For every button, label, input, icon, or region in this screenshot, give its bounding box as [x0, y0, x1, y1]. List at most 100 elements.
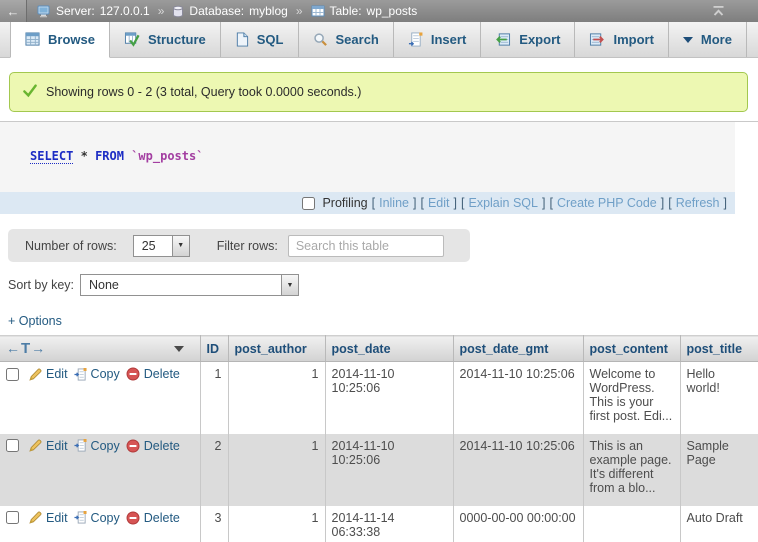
query-actions-bar: Profiling [ Inline ] [ Edit ] [ Explain …	[0, 192, 735, 214]
column-header-post-date-gmt[interactable]: post_date_gmt	[453, 336, 583, 362]
copy-icon	[74, 439, 87, 452]
nav-t-icon[interactable]: T	[21, 340, 31, 357]
copy-label: Copy	[91, 511, 120, 525]
sql-table-identifier: `wp_posts`	[131, 149, 203, 163]
rows-per-page-select[interactable]: 25 ▼	[133, 235, 190, 257]
sql-keyword-select[interactable]: SELECT	[30, 149, 73, 164]
copy-row-link[interactable]: Copy	[74, 511, 120, 525]
breadcrumb-database[interactable]: Database: myblog	[172, 4, 287, 18]
sort-descending-icon[interactable]	[174, 346, 184, 352]
cell-post-author: 1	[228, 506, 325, 542]
results-table: ←T→ ID post_author post_date post_date_g…	[0, 335, 758, 542]
cell-post-content: This is an example page. It's different …	[583, 434, 680, 506]
bracket: [	[461, 196, 464, 210]
sql-keyword-from: FROM	[95, 149, 124, 163]
column-header-post-title[interactable]: post_title	[680, 336, 758, 362]
copy-icon	[74, 368, 87, 381]
copy-row-link[interactable]: Copy	[74, 367, 120, 381]
tab-export[interactable]: Export	[481, 22, 575, 57]
delete-label: Delete	[144, 511, 180, 525]
bracket: ]	[661, 196, 664, 210]
breadcrumb: Server: 127.0.0.1 » Database: myblog » T…	[37, 4, 417, 18]
import-icon	[589, 32, 605, 47]
tab-import[interactable]: Import	[575, 22, 668, 57]
dropdown-arrow-icon: ▼	[172, 236, 189, 256]
row-select-checkbox[interactable]	[6, 368, 19, 381]
edit-row-link[interactable]: Edit	[29, 439, 68, 453]
cell-id: 2	[200, 434, 228, 506]
breadcrumb-table[interactable]: Table: wp_posts	[311, 4, 418, 18]
edit-row-link[interactable]: Edit	[29, 367, 68, 381]
tab-label: Structure	[148, 32, 206, 47]
tab-sql[interactable]: SQL	[221, 22, 299, 57]
delete-icon	[126, 439, 140, 453]
breadcrumb-separator: »	[158, 4, 165, 18]
bracket: [	[372, 196, 375, 210]
cell-post-date-gmt: 2014-11-10 10:25:06	[453, 362, 583, 434]
cell-post-title: Hello world!	[680, 362, 758, 434]
bracket: ]	[542, 196, 545, 210]
column-nav-controls[interactable]: ←T→	[6, 340, 46, 357]
database-value: myblog	[249, 4, 288, 18]
sql-star: *	[81, 149, 88, 163]
sort-by-key-select[interactable]: None ▼	[80, 274, 299, 296]
nav-left-icon[interactable]: ←	[6, 340, 21, 356]
delete-row-link[interactable]: Delete	[126, 511, 180, 525]
collapse-panel-icon[interactable]	[711, 4, 726, 18]
tab-search[interactable]: Search	[299, 22, 394, 57]
nav-right-icon[interactable]: →	[31, 340, 46, 356]
edit-query-link[interactable]: Edit	[428, 196, 450, 210]
tab-label: Export	[519, 32, 560, 47]
chevron-down-icon	[683, 37, 693, 43]
breadcrumb-server[interactable]: Server: 127.0.0.1	[37, 4, 150, 18]
tab-browse[interactable]: Browse	[10, 22, 110, 58]
cell-post-author: 1	[228, 434, 325, 506]
explain-sql-link[interactable]: Explain SQL	[468, 196, 537, 210]
column-header-post-content[interactable]: post_content	[583, 336, 680, 362]
pencil-icon	[29, 439, 42, 452]
edit-label: Edit	[46, 511, 68, 525]
profiling-checkbox[interactable]	[302, 197, 315, 210]
delete-row-link[interactable]: Delete	[126, 439, 180, 453]
success-check-icon	[22, 83, 38, 101]
rows-filter-bar: Number of rows: 25 ▼ Filter rows:	[8, 229, 470, 262]
cell-id: 1	[200, 362, 228, 434]
cell-post-date-gmt: 2014-11-10 10:25:06	[453, 434, 583, 506]
row-select-checkbox[interactable]	[6, 439, 19, 452]
breadcrumb-separator: »	[296, 4, 303, 18]
cell-post-date: 2014-11-14 06:33:38	[325, 506, 453, 542]
cell-post-title: Sample Page	[680, 434, 758, 506]
status-message-text: Showing rows 0 - 2 (3 total, Query took …	[46, 85, 361, 99]
edit-label: Edit	[46, 439, 68, 453]
tab-more[interactable]: More	[669, 22, 747, 57]
delete-label: Delete	[144, 367, 180, 381]
column-header-post-date[interactable]: post_date	[325, 336, 453, 362]
copy-row-link[interactable]: Copy	[74, 439, 120, 453]
options-toggle-link[interactable]: + Options	[8, 314, 62, 328]
sort-by-key-value: None	[81, 275, 281, 295]
server-icon	[37, 5, 51, 18]
back-button[interactable]: ←	[0, 0, 27, 22]
tab-insert[interactable]: Insert	[394, 22, 481, 57]
cell-post-date: 2014-11-10 10:25:06	[325, 434, 453, 506]
edit-row-link[interactable]: Edit	[29, 511, 68, 525]
delete-row-link[interactable]: Delete	[126, 367, 180, 381]
cell-post-title: Auto Draft	[680, 506, 758, 542]
row-select-checkbox[interactable]	[6, 511, 19, 524]
copy-icon	[74, 511, 87, 524]
table-icon	[311, 5, 325, 18]
bracket: ]	[413, 196, 416, 210]
filter-rows-input[interactable]	[288, 235, 444, 257]
insert-icon	[408, 32, 423, 47]
tab-structure[interactable]: Structure	[110, 22, 221, 57]
cell-post-author: 1	[228, 362, 325, 434]
refresh-link[interactable]: Refresh	[676, 196, 720, 210]
bracket: [	[668, 196, 671, 210]
table-label: Table:	[330, 4, 362, 18]
inline-link[interactable]: Inline	[379, 196, 409, 210]
create-php-code-link[interactable]: Create PHP Code	[557, 196, 657, 210]
tab-label: Browse	[48, 32, 95, 47]
bracket: ]	[724, 196, 727, 210]
column-header-id[interactable]: ID	[200, 336, 228, 362]
column-header-post-author[interactable]: post_author	[228, 336, 325, 362]
